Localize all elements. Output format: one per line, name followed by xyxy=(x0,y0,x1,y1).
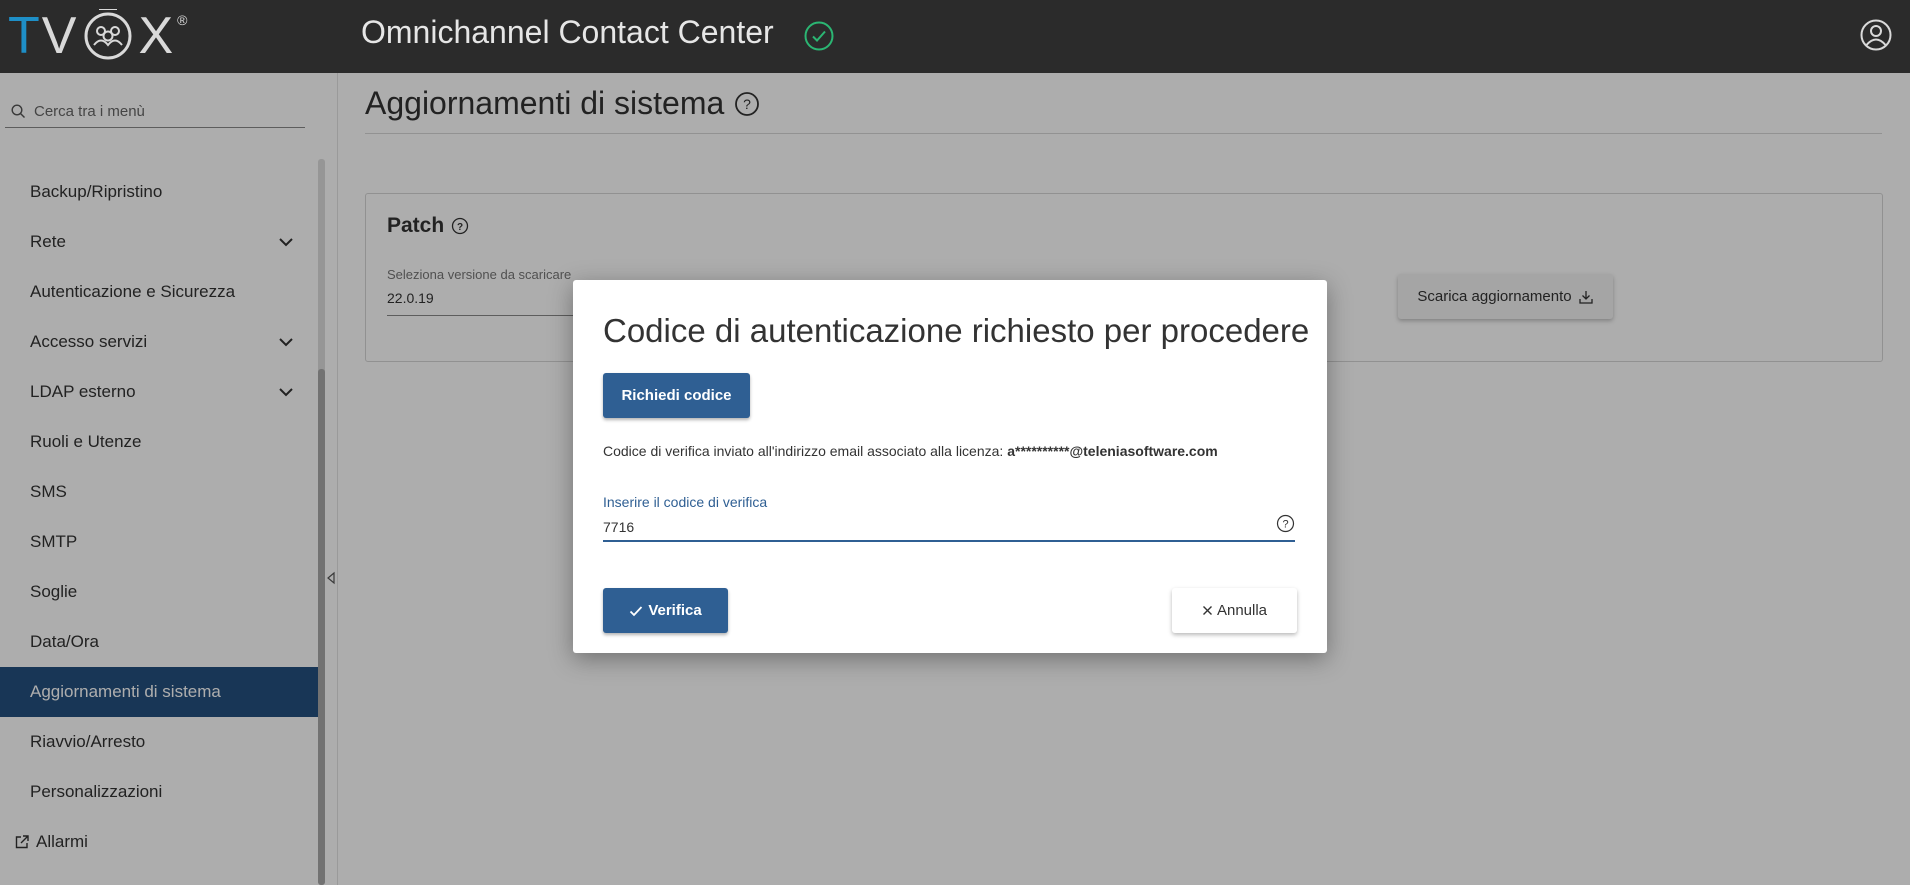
help-icon[interactable]: ? xyxy=(1276,514,1295,533)
verify-button[interactable]: Verifica xyxy=(603,588,728,633)
check-circle-icon xyxy=(804,21,834,51)
logo-letter-t: T xyxy=(8,7,42,65)
request-code-button[interactable]: Richiedi codice xyxy=(603,373,750,418)
verification-info-text: Codice di verifica inviato all'indirizzo… xyxy=(603,443,1008,459)
logo-people-icon xyxy=(80,8,136,64)
check-icon xyxy=(630,605,643,616)
verification-code-input[interactable] xyxy=(603,513,1295,541)
license-email: a**********@teleniasoftware.com xyxy=(1007,443,1218,459)
verification-code-label: Inserire il codice di verifica xyxy=(603,494,768,510)
auth-code-dialog: Codice di autenticazione richiesto per p… xyxy=(573,280,1327,653)
svg-text:?: ? xyxy=(1282,519,1288,531)
verification-info: Codice di verifica inviato all'indirizzo… xyxy=(603,443,1218,459)
app-header: T V X ® Omnichannel Contact Center xyxy=(0,0,1910,73)
user-account-icon[interactable] xyxy=(1859,18,1893,52)
verification-code-underline xyxy=(603,540,1295,542)
app-title: Omnichannel Contact Center xyxy=(361,14,774,50)
cancel-button[interactable]: Annulla xyxy=(1172,588,1297,633)
logo-letter-x: X xyxy=(138,7,176,65)
verify-label: Verifica xyxy=(648,602,702,619)
dialog-title: Codice di autenticazione richiesto per p… xyxy=(603,312,1310,349)
logo-letter-v: V xyxy=(41,7,79,65)
tvox-logo[interactable]: T V X ® xyxy=(8,6,189,66)
cancel-label: Annulla xyxy=(1216,602,1268,619)
close-icon xyxy=(1202,606,1212,615)
logo-registered-mark: ® xyxy=(177,12,190,28)
